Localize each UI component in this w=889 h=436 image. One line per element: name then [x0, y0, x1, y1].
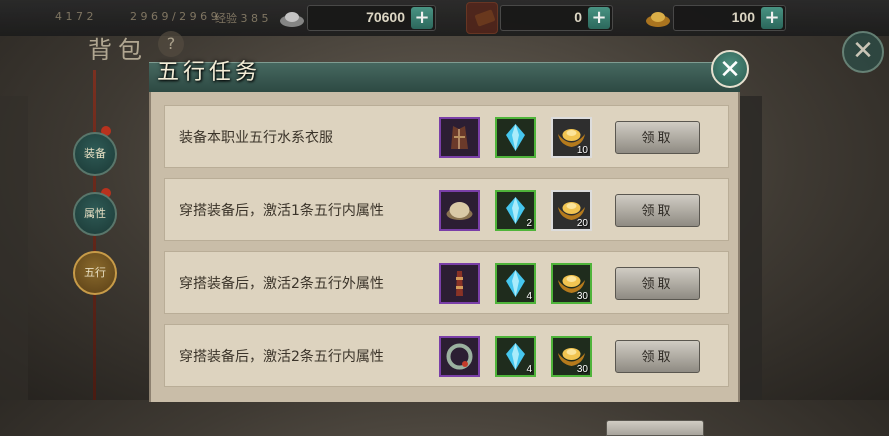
claim-button-partial[interactable]: [606, 420, 704, 436]
reward-slot[interactable]: 4: [495, 263, 536, 304]
silver-resource: 70600 +: [280, 5, 436, 31]
reward-slot[interactable]: [495, 117, 536, 158]
close-button[interactable]: ✕: [711, 50, 749, 88]
reward-slot[interactable]: 10: [551, 117, 592, 158]
reward-slot[interactable]: [439, 336, 480, 377]
exp-stat: 2 9 6 9 / 2 9 6 9: [130, 10, 218, 23]
bag-scroll-panel: [739, 96, 762, 400]
reward-slot[interactable]: 20: [551, 190, 592, 231]
silver-value: 70600: [366, 9, 405, 25]
quest-description: 穿搭装备后，激活2条五行内属性: [179, 349, 384, 365]
reward-slot[interactable]: [439, 117, 480, 158]
add-silver-button[interactable]: +: [411, 7, 433, 29]
reward-count: 10: [576, 145, 588, 156]
quest-description: 装备本职业五行水系衣服: [179, 130, 333, 146]
reward-count: 2: [526, 218, 532, 229]
reward-count: 4: [526, 291, 532, 302]
reward-slot[interactable]: 2: [495, 190, 536, 231]
claim-button[interactable]: 领取: [615, 340, 700, 373]
reward-count: 20: [576, 218, 588, 229]
reward-slot[interactable]: 4: [495, 336, 536, 377]
tab-equipment[interactable]: 装备: [73, 132, 117, 176]
quest-row: 穿搭装备后，激活1条五行内属性 2 20 领取: [164, 178, 729, 241]
dialog-title: 五行任务: [157, 60, 262, 85]
reward-slot[interactable]: 30: [551, 336, 592, 377]
reward-count: 4: [526, 364, 532, 375]
bag-title: 背包: [88, 36, 148, 64]
quest-list: 装备本职业五行水系衣服 10 领取 穿搭装备后，激活1条五行内属性 2 20 领取 穿搭装备后…: [149, 92, 740, 436]
reward-count: 30: [576, 364, 588, 375]
goldbar-resource: 0 +: [475, 5, 613, 31]
reward-slot[interactable]: [439, 263, 480, 304]
quest-row: 穿搭装备后，激活2条五行外属性 4 30 领取: [164, 251, 729, 314]
shop-button[interactable]: [466, 2, 498, 34]
quest-description: 穿搭装备后，激活2条五行外属性: [179, 276, 384, 292]
tab-attributes[interactable]: 属性: [73, 192, 117, 236]
gold-ingot-icon: [644, 4, 672, 32]
five-element-quest-dialog: 五行任务 ✕ 装备本职业五行水系衣服 10 领取 穿搭装备后，激活1条五行内属性 2 20…: [149, 50, 749, 436]
claim-button[interactable]: 领取: [615, 267, 700, 300]
reward-slot[interactable]: 30: [551, 263, 592, 304]
quest-row: 装备本职业五行水系衣服 10 领取: [164, 105, 729, 168]
quest-row: 穿搭装备后，激活2条五行内属性 4 30 领取: [164, 324, 729, 387]
reward-slot[interactable]: [439, 190, 480, 231]
quest-description: 穿搭装备后，激活1条五行内属性: [179, 203, 384, 219]
add-goldbar-button[interactable]: +: [588, 7, 610, 29]
claim-button[interactable]: 领取: [615, 194, 700, 227]
silver-ingot-icon: [278, 4, 306, 32]
gold-resource: 100 +: [646, 5, 786, 31]
claim-button[interactable]: 领取: [615, 121, 700, 154]
gold-value: 100: [731, 9, 755, 25]
reward-count: 30: [576, 291, 588, 302]
dialog-header: 五行任务: [149, 60, 740, 93]
tab-five-elements[interactable]: 五行: [73, 251, 117, 295]
add-gold-button[interactable]: +: [761, 7, 783, 29]
goldbar-value: 0: [574, 9, 582, 25]
hp-stat: 4 1 7 2: [55, 10, 94, 23]
level-stat: 经验 3 8 5: [215, 12, 269, 25]
bag-list-panel: [0, 96, 28, 400]
bag-close-button[interactable]: ✕: [842, 31, 884, 73]
